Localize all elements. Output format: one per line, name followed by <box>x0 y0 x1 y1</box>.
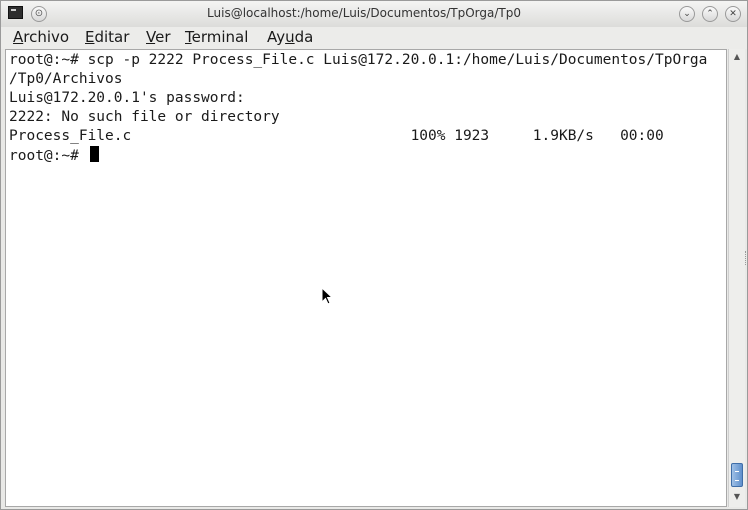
scroll-down-arrow-icon[interactable]: ▼ <box>731 491 743 503</box>
text-cursor <box>89 146 99 162</box>
terminal-line: root@:~# scp -p 2222 Process_File.c Luis… <box>9 52 708 68</box>
terminal-prompt-line: root@:~# <box>9 146 99 165</box>
window-title: Luis@localhost:/home/Luis/Documentos/TpO… <box>207 6 521 20</box>
mouse-pointer-icon <box>321 287 334 305</box>
terminal-icon[interactable] <box>8 6 23 19</box>
prompt-text: root@:~# <box>9 148 88 164</box>
terminal-line: /Tp0/Archivos <box>9 71 123 87</box>
vertical-scrollbar[interactable]: ▲ ▼ <box>728 49 745 507</box>
menu-terminal[interactable]: Terminal <box>185 28 248 46</box>
close-button[interactable]: ✕ <box>725 6 741 22</box>
keep-above-button[interactable]: ⊙ <box>31 6 47 22</box>
title-bar[interactable]: ⊙ Luis@localhost:/home/Luis/Documentos/T… <box>1 1 747 28</box>
menu-editar[interactable]: Editar <box>85 28 129 46</box>
menu-bar: Archivo Editar Ver Terminal Ayuda <box>1 27 747 49</box>
terminal-line: 2222: No such file or directory <box>9 109 280 125</box>
terminal-window: ⊙ Luis@localhost:/home/Luis/Documentos/T… <box>0 0 748 510</box>
menu-archivo[interactable]: Archivo <box>13 28 69 46</box>
scroll-up-arrow-icon[interactable]: ▲ <box>731 51 743 63</box>
menu-ver[interactable]: Ver <box>146 28 171 46</box>
minimize-button[interactable]: ⌄ <box>679 6 695 22</box>
maximize-button[interactable]: ⌃ <box>702 6 718 22</box>
menu-ayuda[interactable]: Ayuda <box>267 28 313 46</box>
terminal-line: Process_File.c 100% 1923 1.9KB/s 00:00 <box>9 128 664 144</box>
scrollbar-thumb[interactable] <box>731 463 743 487</box>
terminal-line: Luis@172.20.0.1's password: <box>9 90 245 106</box>
terminal-output[interactable]: root@:~# scp -p 2222 Process_File.c Luis… <box>5 49 727 507</box>
